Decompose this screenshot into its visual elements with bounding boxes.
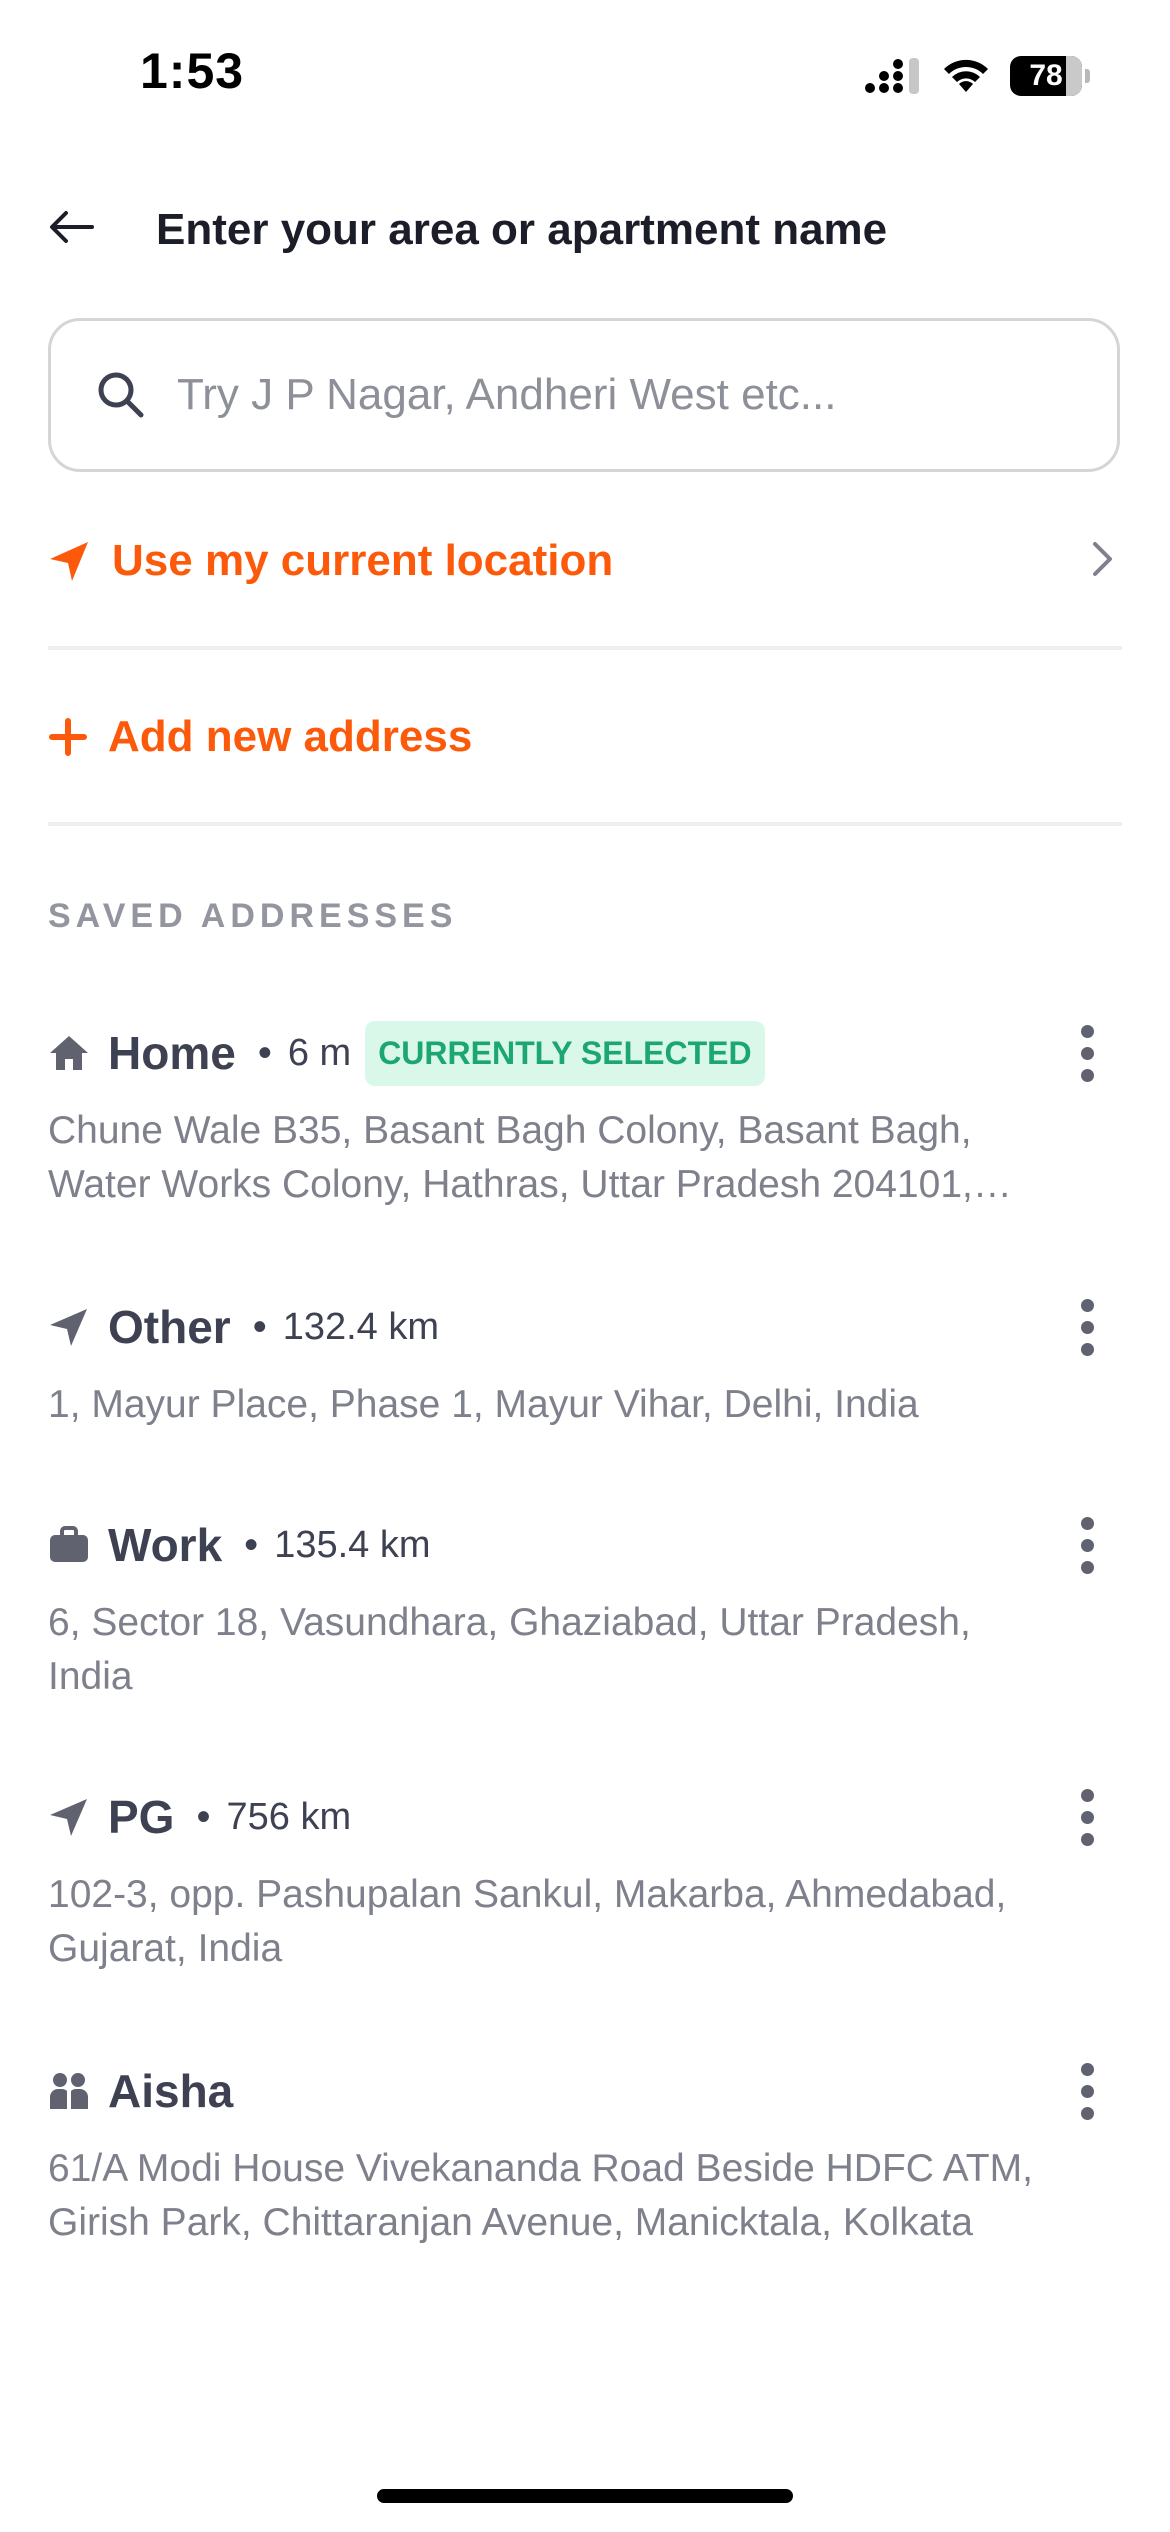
status-icons: 78 (862, 54, 1090, 98)
navigation-arrow-icon (50, 542, 88, 581)
add-new-address-button[interactable]: Add new address (48, 692, 1122, 782)
battery-level: 78 (1029, 59, 1063, 92)
saved-address-other[interactable]: Other • 132.4 km 1, Mayur Place, Phase 1… (48, 1292, 1122, 1432)
divider (48, 646, 1122, 650)
address-text: 61/A Modi House Vivekananda Road Beside … (48, 2147, 1033, 2244)
home-indicator[interactable] (377, 2489, 793, 2503)
wifi-icon (944, 59, 988, 92)
address-label: Aisha (108, 2065, 234, 2117)
separator-dot: • (196, 1794, 211, 1839)
separator-dot: • (244, 1522, 259, 1567)
address-label: Home (108, 1027, 236, 1079)
address-label: Work (108, 1519, 223, 1571)
address-text: 6, Sector 18, Vasundhara, Ghaziabad, Utt… (48, 1601, 971, 1698)
address-text: Chune Wale B35, Basant Bagh Colony, Basa… (48, 1109, 973, 1206)
separator-dot: • (257, 1030, 272, 1075)
divider (48, 822, 1122, 826)
add-new-address-label: Add new address (108, 712, 473, 761)
more-options-icon[interactable] (1062, 2056, 1112, 2126)
search-icon (98, 372, 144, 418)
signal-icon (865, 58, 919, 94)
address-distance: 132.4 km (282, 1305, 440, 1348)
search-input[interactable] (175, 369, 1059, 421)
location-arrow-icon (48, 1796, 90, 1838)
status-time: 1:53 (140, 43, 245, 99)
more-options-icon[interactable] (1062, 1018, 1112, 1088)
saved-addresses-heading: SAVED ADDRESSES (48, 897, 458, 935)
address-distance: 6 m (287, 1031, 352, 1074)
more-options-icon[interactable] (1062, 1292, 1112, 1362)
address-distance: 135.4 km (274, 1523, 431, 1566)
saved-address-aisha[interactable]: Aisha 61/A Modi House Vivekananda Road B… (48, 2056, 1122, 2250)
use-current-location-label: Use my current location (112, 536, 614, 585)
chevron-right-icon (1093, 542, 1112, 576)
address-text: 1, Mayur Place, Phase 1, Mayur Vihar, De… (48, 1383, 919, 1426)
more-options-icon[interactable] (1062, 1782, 1112, 1852)
separator-dot: • (252, 1304, 267, 1349)
back-arrow-icon[interactable] (46, 202, 96, 252)
saved-address-work[interactable]: Work • 135.4 km 6, Sector 18, Vasundhara… (48, 1510, 1122, 1704)
currently-selected-badge: CURRENTLY SELECTED (365, 1020, 765, 1086)
more-options-icon[interactable] (1062, 1510, 1112, 1580)
address-label: PG (108, 1791, 175, 1843)
home-icon (48, 1032, 90, 1074)
plus-icon (49, 718, 87, 756)
search-box[interactable] (48, 318, 1120, 472)
use-current-location-button[interactable]: Use my current location (48, 516, 1122, 606)
page-title: Enter your area or apartment name (156, 205, 888, 254)
address-distance: 756 km (226, 1795, 352, 1838)
saved-address-pg[interactable]: PG • 756 km 102-3, opp. Pashupalan Sanku… (48, 1782, 1122, 1976)
battery-icon: 78 (1010, 56, 1090, 96)
friends-icon (48, 2070, 90, 2112)
location-arrow-icon (48, 1306, 90, 1348)
address-label: Other (108, 1301, 231, 1353)
saved-address-home[interactable]: Home • 6 m CURRENTLY SELECTED Chune Wale… (48, 1018, 1122, 1212)
address-text: 102-3, opp. Pashupalan Sankul, Makarba, … (48, 1873, 1007, 1970)
briefcase-icon (48, 1524, 90, 1566)
